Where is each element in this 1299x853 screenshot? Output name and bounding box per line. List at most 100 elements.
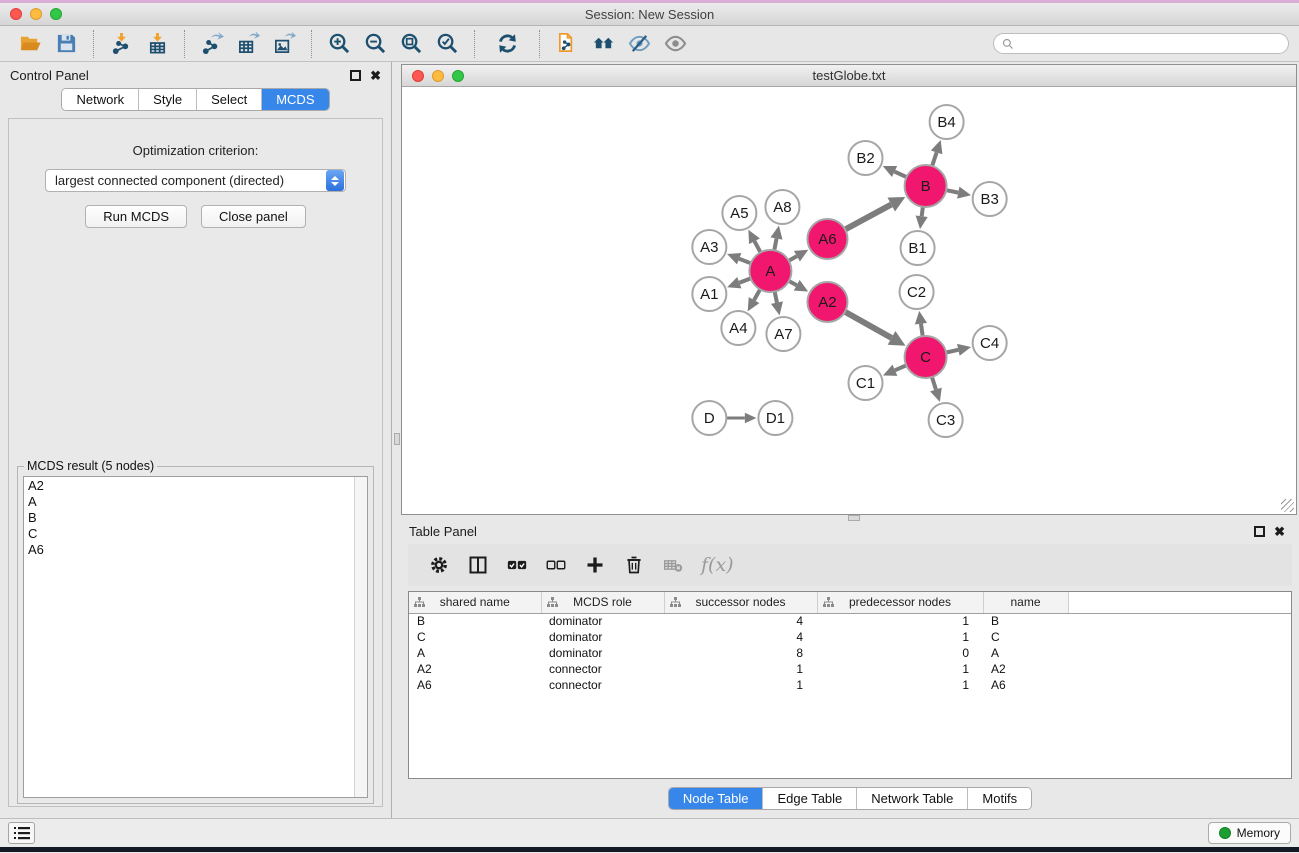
graph-edge[interactable] (921, 324, 923, 337)
search-input[interactable] (1019, 37, 1280, 51)
select-all-checkboxes-icon[interactable] (504, 552, 530, 578)
horizontal-splitter-handle[interactable] (848, 515, 860, 521)
add-column-icon[interactable] (582, 552, 608, 578)
table-row[interactable]: Cdominator41C (409, 629, 1291, 645)
table-cell[interactable]: 8 (664, 645, 817, 661)
network-canvas[interactable]: AA1A2A3A4A5A6A7A8BB1B2B3B4CC1C2C3C4DD1 (402, 87, 1296, 514)
delete-table-icon[interactable] (660, 552, 686, 578)
tab-select[interactable]: Select (196, 89, 261, 110)
home-layout-icon[interactable] (590, 31, 616, 57)
open-file-icon[interactable] (17, 31, 43, 57)
run-mcds-button[interactable]: Run MCDS (85, 205, 187, 228)
mcds-result-item[interactable]: A6 (28, 542, 367, 558)
save-session-icon[interactable] (53, 31, 79, 57)
mcds-result-item[interactable]: A (28, 494, 367, 510)
network-zoom-icon[interactable] (452, 70, 464, 82)
table-cell[interactable]: C (983, 629, 1068, 645)
show-all-eye-icon[interactable] (662, 31, 688, 57)
table-cell[interactable]: 1 (664, 677, 817, 693)
table-cell[interactable]: dominator (541, 613, 664, 629)
graph-edge[interactable] (932, 152, 936, 166)
tab-network-table[interactable]: Network Table (856, 788, 967, 809)
table-cell[interactable]: connector (541, 677, 664, 693)
table-cell[interactable]: 1 (817, 677, 983, 693)
graph-edge[interactable] (946, 190, 958, 192)
export-image-icon[interactable] (271, 31, 297, 57)
node-table[interactable]: shared name MCDS role successor nodes pr… (408, 591, 1292, 779)
settings-gear-icon[interactable] (426, 552, 452, 578)
table-cell[interactable]: A6 (983, 677, 1068, 693)
zoom-fit-icon[interactable] (398, 31, 424, 57)
deselect-all-checkboxes-icon[interactable] (543, 552, 569, 578)
column-header-name[interactable]: name (983, 592, 1068, 613)
tab-node-table[interactable]: Node Table (669, 788, 763, 809)
graph-edge[interactable] (789, 281, 797, 285)
mcds-result-item[interactable]: C (28, 526, 367, 542)
resize-grip-icon[interactable] (1281, 499, 1294, 512)
graph-edge[interactable] (932, 377, 936, 389)
table-cell[interactable]: dominator (541, 645, 664, 661)
column-header-predecessor-nodes[interactable]: predecessor nodes (817, 592, 983, 613)
split-view-icon[interactable] (465, 552, 491, 578)
export-table-icon[interactable] (235, 31, 261, 57)
table-cell[interactable]: A2 (983, 661, 1068, 677)
memory-button[interactable]: Memory (1208, 822, 1291, 844)
network-graph[interactable]: AA1A2A3A4A5A6A7A8BB1B2B3B4CC1C2C3C4DD1 (402, 87, 1296, 514)
delete-column-icon[interactable] (621, 552, 647, 578)
close-panel-icon[interactable]: ✖ (370, 70, 381, 81)
tab-edge-table[interactable]: Edge Table (762, 788, 856, 809)
criterion-dropdown[interactable]: largest connected component (directed) (45, 169, 346, 192)
mcds-result-item[interactable]: B (28, 510, 367, 526)
graph-edge[interactable] (845, 312, 892, 338)
zoom-window-icon[interactable] (50, 8, 62, 20)
graph-edge[interactable] (775, 292, 777, 303)
table-cell[interactable]: dominator (541, 629, 664, 645)
network-window-titlebar[interactable]: testGlobe.txt (402, 65, 1296, 87)
zoom-out-icon[interactable] (362, 31, 388, 57)
table-cell[interactable]: 1 (817, 613, 983, 629)
table-cell[interactable]: B (409, 613, 541, 629)
table-cell[interactable]: B (983, 613, 1068, 629)
graph-edge[interactable] (895, 365, 906, 370)
table-row[interactable]: Bdominator41B (409, 613, 1291, 629)
zoom-in-icon[interactable] (326, 31, 352, 57)
zoom-selected-icon[interactable] (434, 31, 460, 57)
network-close-icon[interactable] (412, 70, 424, 82)
graph-edge[interactable] (754, 241, 760, 252)
table-cell[interactable]: 1 (664, 661, 817, 677)
result-scrollbar[interactable] (354, 477, 367, 797)
network-minimize-icon[interactable] (432, 70, 444, 82)
table-cell[interactable]: A (983, 645, 1068, 661)
close-panel-button[interactable]: Close panel (201, 205, 306, 228)
hide-selected-eye-icon[interactable] (626, 31, 652, 57)
tab-style[interactable]: Style (138, 89, 196, 110)
close-window-icon[interactable] (10, 8, 22, 20)
table-cell[interactable]: 1 (817, 661, 983, 677)
column-header-mcds-role[interactable]: MCDS role (541, 592, 664, 613)
graph-edge[interactable] (845, 205, 891, 230)
float-panel-icon[interactable] (350, 70, 361, 81)
table-cell[interactable]: connector (541, 661, 664, 677)
table-cell[interactable]: C (409, 629, 541, 645)
import-table-icon[interactable] (144, 31, 170, 57)
table-row[interactable]: Adominator80A (409, 645, 1291, 661)
export-network-icon[interactable] (199, 31, 225, 57)
close-table-panel-icon[interactable]: ✖ (1274, 526, 1285, 537)
table-cell[interactable]: A2 (409, 661, 541, 677)
column-header-successor-nodes[interactable]: successor nodes (664, 592, 817, 613)
table-cell[interactable]: 1 (817, 629, 983, 645)
tab-mcds[interactable]: MCDS (261, 89, 328, 110)
table-cell[interactable]: 4 (664, 629, 817, 645)
task-history-button[interactable] (8, 822, 35, 844)
graph-edge[interactable] (789, 256, 797, 261)
graph-edge[interactable] (895, 172, 907, 178)
mcds-result-item[interactable]: A2 (28, 478, 367, 494)
table-cell[interactable]: A (409, 645, 541, 661)
table-cell[interactable]: 4 (664, 613, 817, 629)
table-cell[interactable]: A6 (409, 677, 541, 693)
tab-network[interactable]: Network (62, 89, 138, 110)
graph-edge[interactable] (739, 278, 750, 282)
float-table-panel-icon[interactable] (1254, 526, 1265, 537)
refresh-icon[interactable] (494, 31, 520, 57)
duplicate-network-icon[interactable] (554, 31, 580, 57)
